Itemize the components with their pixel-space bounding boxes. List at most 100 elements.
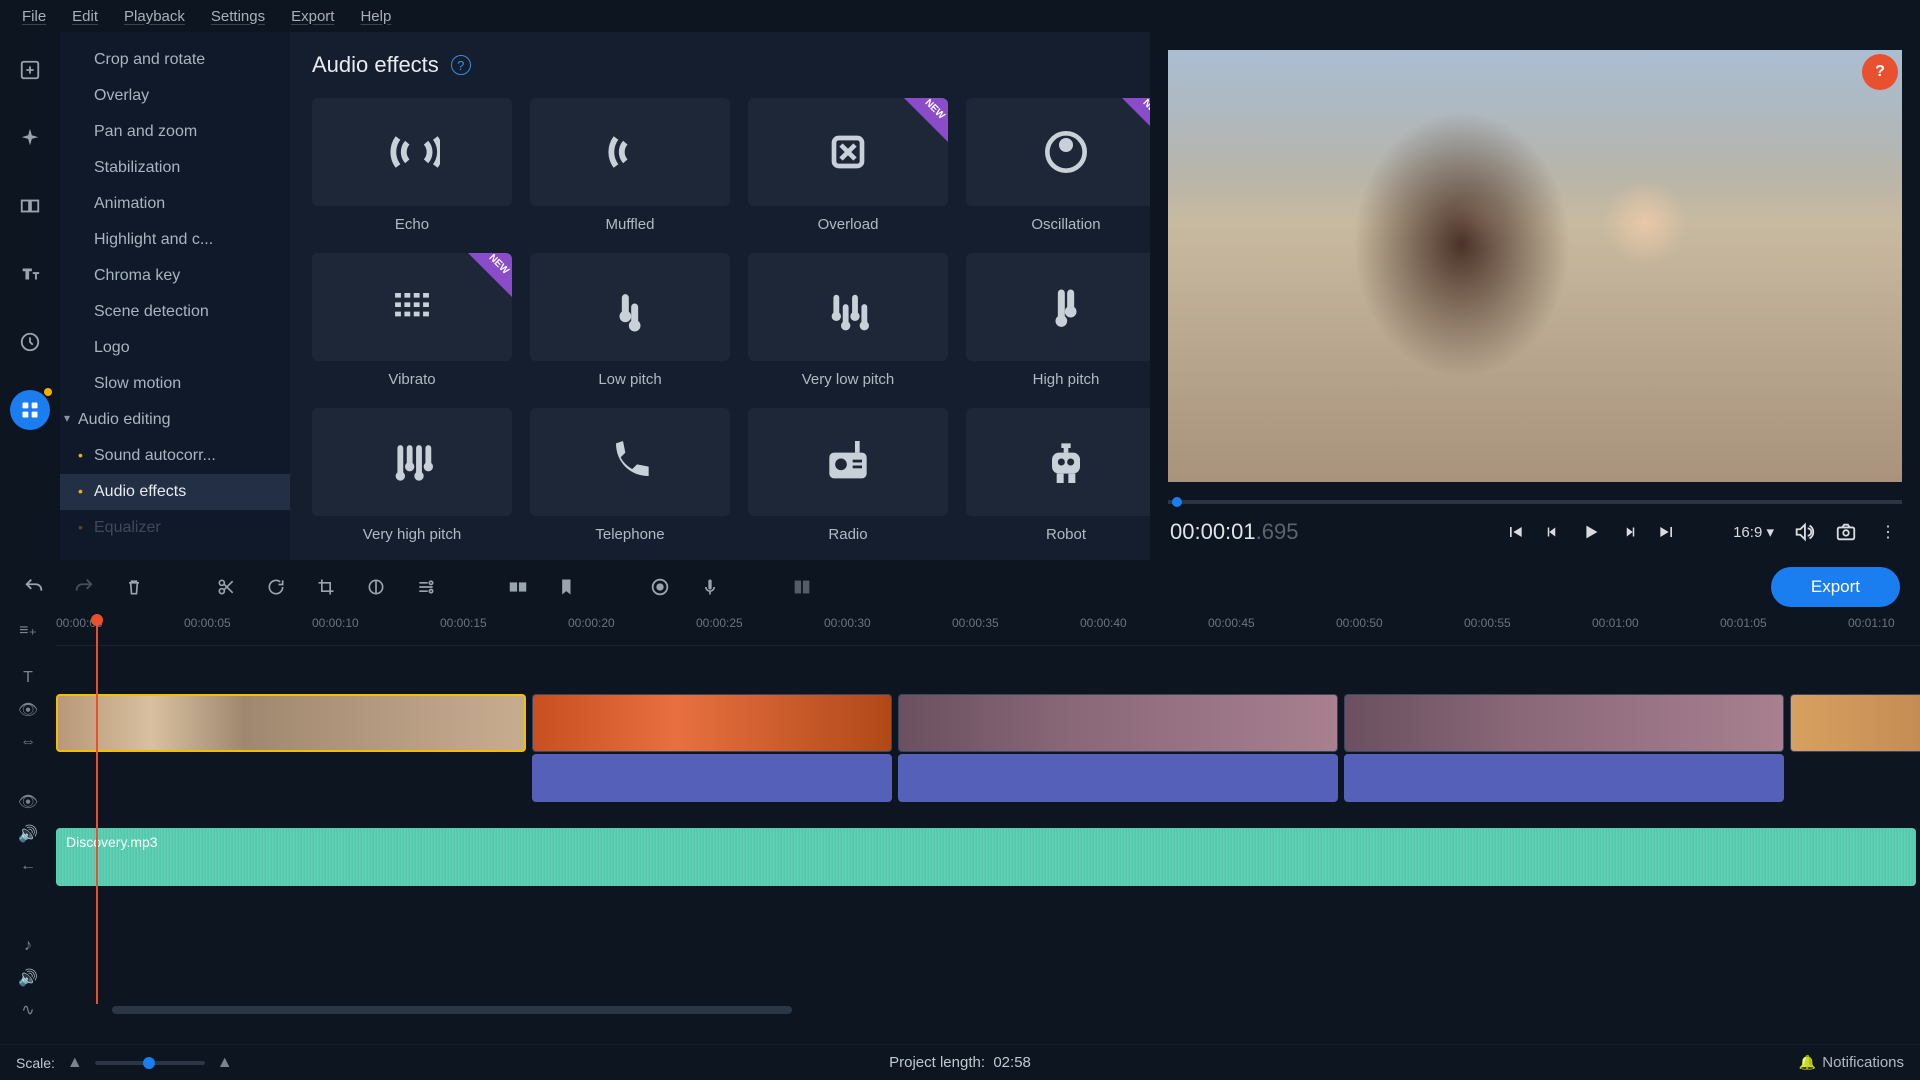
volume-icon[interactable] [1792, 520, 1816, 544]
video-visibility-icon[interactable]: 👁 [0, 786, 56, 818]
sidebar-item-overlay[interactable]: Overlay [60, 78, 290, 114]
undo-icon[interactable] [20, 573, 48, 601]
step-forward-icon[interactable] [1617, 520, 1641, 544]
new-badge [1122, 98, 1150, 142]
text-track[interactable] [56, 646, 1920, 686]
audio-track[interactable]: Discovery.mp3 [56, 828, 1920, 886]
delete-icon[interactable] [120, 573, 148, 601]
menu-playback[interactable]: Playback [112, 4, 197, 29]
oscillation-icon [966, 98, 1150, 206]
sidebar-item-animation[interactable]: Animation [60, 186, 290, 222]
effect-overload[interactable]: Overload [748, 98, 948, 233]
audio-clip[interactable]: Discovery.mp3 [56, 828, 1916, 886]
filters-icon[interactable] [10, 118, 50, 158]
effect-telephone[interactable]: Telephone [530, 408, 730, 543]
preview-viewport[interactable] [1168, 50, 1902, 482]
sidebar-item-chroma-key[interactable]: Chroma key [60, 258, 290, 294]
zoom-out-icon[interactable]: ▲ [67, 1054, 83, 1072]
video-clip-2-audio[interactable] [532, 754, 892, 802]
help-button[interactable]: ? [1862, 54, 1898, 90]
audio-track-icon[interactable]: ♪ [0, 930, 56, 962]
sidebar-item-sound-autocorr-[interactable]: Sound autocorr... [60, 438, 290, 474]
color-adjust-icon[interactable] [362, 573, 390, 601]
snapshot-icon[interactable] [1834, 520, 1858, 544]
rotate-icon[interactable] [262, 573, 290, 601]
menu-help[interactable]: Help [348, 4, 403, 29]
sidebar-item-logo[interactable]: Logo [60, 330, 290, 366]
sidebar-item-equalizer[interactable]: Equalizer [60, 510, 290, 546]
help-icon[interactable]: ? [451, 55, 471, 75]
menu-export[interactable]: Export [279, 4, 346, 29]
effect-low-pitch[interactable]: Low pitch [530, 253, 730, 388]
video-mute-icon[interactable]: 🔊 [0, 818, 56, 850]
redo-icon[interactable] [70, 573, 98, 601]
video-clip-1[interactable] [56, 694, 526, 752]
playhead[interactable] [96, 614, 98, 1004]
skip-end-icon[interactable] [1655, 520, 1679, 544]
sidebar-item-pan-and-zoom[interactable]: Pan and zoom [60, 114, 290, 150]
link-icon[interactable]: ⇔ [0, 726, 56, 758]
more-tools-icon[interactable] [10, 390, 50, 430]
timeline-scrollbar[interactable] [112, 1006, 1920, 1016]
video-link-icon[interactable]: ← [0, 850, 56, 882]
video-clip-5[interactable] [1790, 694, 1920, 752]
menu-file[interactable]: File [10, 4, 58, 29]
timeline-ruler[interactable]: 00:00:0000:00:0500:00:1000:00:1500:00:20… [56, 614, 1920, 646]
notifications-button[interactable]: Notifications [1799, 1054, 1904, 1071]
effect-very-low-pitch[interactable]: Very low pitch [748, 253, 948, 388]
timeline-view-icon[interactable] [788, 573, 816, 601]
robot-icon [966, 408, 1150, 516]
effect-high-pitch[interactable]: High pitch [966, 253, 1150, 388]
effect-robot[interactable]: Robot [966, 408, 1150, 543]
step-back-icon[interactable] [1541, 520, 1565, 544]
effect-label: Robot [1046, 526, 1086, 543]
sidebar-item-audio-effects[interactable]: Audio effects [60, 474, 290, 510]
video-clip-4[interactable] [1344, 694, 1784, 752]
record-audio-icon[interactable] [696, 573, 724, 601]
audio-fx-icon[interactable]: ∿ [0, 994, 56, 1026]
menu-settings[interactable]: Settings [199, 4, 277, 29]
crop-icon[interactable] [312, 573, 340, 601]
sidebar-item-audio-editing[interactable]: Audio editing [60, 402, 290, 438]
record-video-icon[interactable] [646, 573, 674, 601]
sidebar-item-scene-detection[interactable]: Scene detection [60, 294, 290, 330]
audio-mute-icon[interactable]: 🔊 [0, 962, 56, 994]
visibility-icon[interactable]: 👁 [0, 694, 56, 726]
video-track[interactable] [56, 694, 1920, 810]
marker-icon[interactable] [554, 573, 582, 601]
clip-properties-icon[interactable] [412, 573, 440, 601]
transition-wizard-icon[interactable] [504, 573, 532, 601]
transitions-icon[interactable] [10, 186, 50, 226]
effect-very-high-pitch[interactable]: Very high pitch [312, 408, 512, 543]
titles-icon[interactable] [10, 254, 50, 294]
menu-edit[interactable]: Edit [60, 4, 110, 29]
sidebar-item-stabilization[interactable]: Stabilization [60, 150, 290, 186]
text-track-icon[interactable]: T [0, 662, 56, 694]
video-clip-4-audio[interactable] [1344, 754, 1784, 802]
effect-oscillation[interactable]: Oscillation [966, 98, 1150, 233]
scale-slider[interactable] [95, 1061, 205, 1065]
sidebar: Crop and rotateOverlayPan and zoomStabil… [60, 32, 290, 560]
timecode: 00:00:01.695 [1170, 519, 1298, 545]
export-button[interactable]: Export [1771, 567, 1900, 607]
effect-echo[interactable]: Echo [312, 98, 512, 233]
add-media-icon[interactable] [10, 50, 50, 90]
video-clip-3[interactable] [898, 694, 1338, 752]
aspect-ratio-select[interactable]: 16:9 ▾ [1733, 523, 1774, 541]
stickers-icon[interactable] [10, 322, 50, 362]
effect-radio[interactable]: Radio [748, 408, 948, 543]
sidebar-item-crop-and-rotate[interactable]: Crop and rotate [60, 42, 290, 78]
kebab-icon[interactable]: ⋮ [1876, 520, 1900, 544]
video-clip-3-audio[interactable] [898, 754, 1338, 802]
skip-start-icon[interactable] [1503, 520, 1527, 544]
sidebar-item-slow-motion[interactable]: Slow motion [60, 366, 290, 402]
effect-muffled[interactable]: Muffled [530, 98, 730, 233]
preview-scrubber[interactable] [1168, 500, 1902, 504]
sidebar-item-highlight-and-c-[interactable]: Highlight and c... [60, 222, 290, 258]
add-track-icon[interactable]: ≡₊ [0, 614, 56, 646]
cut-icon[interactable] [212, 573, 240, 601]
play-icon[interactable] [1579, 520, 1603, 544]
zoom-in-icon[interactable]: ▲ [217, 1054, 233, 1072]
video-clip-2[interactable] [532, 694, 892, 752]
effect-vibrato[interactable]: Vibrato [312, 253, 512, 388]
